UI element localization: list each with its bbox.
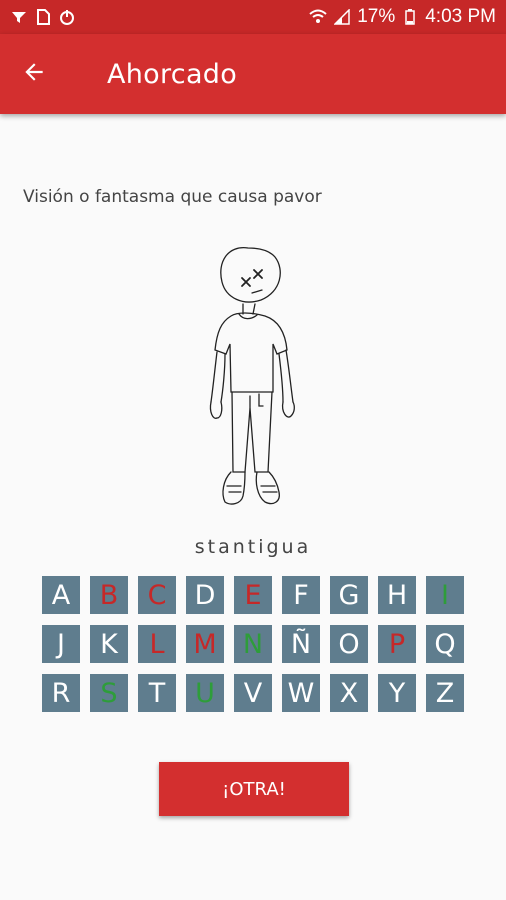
key-p[interactable]: P [378, 625, 416, 663]
key-o[interactable]: O [330, 625, 368, 663]
letter-keyboard: ABCDEFGHI JKLMNÑOPQ RSTUVWXYZ [42, 576, 466, 712]
key-i[interactable]: I [426, 576, 464, 614]
key-f[interactable]: F [282, 576, 320, 614]
key-n[interactable]: N [234, 625, 272, 663]
key-c[interactable]: C [138, 576, 176, 614]
key-y[interactable]: Y [378, 674, 416, 712]
app-bar: Ahorcado [0, 34, 506, 114]
key-g[interactable]: G [330, 576, 368, 614]
status-bar: 17% 4:03 PM [0, 0, 506, 34]
key-e[interactable]: E [234, 576, 272, 614]
key-k[interactable]: K [90, 625, 128, 663]
key-q[interactable]: Q [426, 625, 464, 663]
notification-icon [10, 8, 28, 26]
key-w[interactable]: W [282, 674, 320, 712]
key-ñ[interactable]: Ñ [282, 625, 320, 663]
key-t[interactable]: T [138, 674, 176, 712]
clue-text: Visión o fantasma que causa pavor [23, 187, 322, 207]
battery-icon [401, 8, 419, 26]
wifi-icon [309, 8, 327, 26]
key-v[interactable]: V [234, 674, 272, 712]
key-u[interactable]: U [186, 674, 224, 712]
play-again-button[interactable]: ¡OTRA! [159, 762, 349, 816]
battery-percent: 17% [357, 6, 396, 27]
key-h[interactable]: H [378, 576, 416, 614]
key-r[interactable]: R [42, 674, 80, 712]
status-time: 4:03 PM [425, 6, 496, 27]
hanged-man-figure [193, 240, 313, 510]
key-l[interactable]: L [138, 625, 176, 663]
status-bar-left [10, 8, 76, 26]
key-d[interactable]: D [186, 576, 224, 614]
key-b[interactable]: B [90, 576, 128, 614]
key-z[interactable]: Z [426, 674, 464, 712]
status-bar-right: 17% 4:03 PM [309, 6, 496, 28]
page-title: Ahorcado [107, 58, 238, 90]
key-x[interactable]: X [330, 674, 368, 712]
signal-icon [333, 8, 351, 26]
back-button[interactable] [6, 46, 62, 102]
sim-card-icon [34, 8, 52, 26]
key-j[interactable]: J [42, 625, 80, 663]
key-a[interactable]: A [42, 576, 80, 614]
key-m[interactable]: M [186, 625, 224, 663]
key-s[interactable]: S [90, 674, 128, 712]
guessed-word: stantigua [194, 536, 312, 558]
arrow-back-icon [21, 59, 47, 90]
power-icon [58, 8, 76, 26]
